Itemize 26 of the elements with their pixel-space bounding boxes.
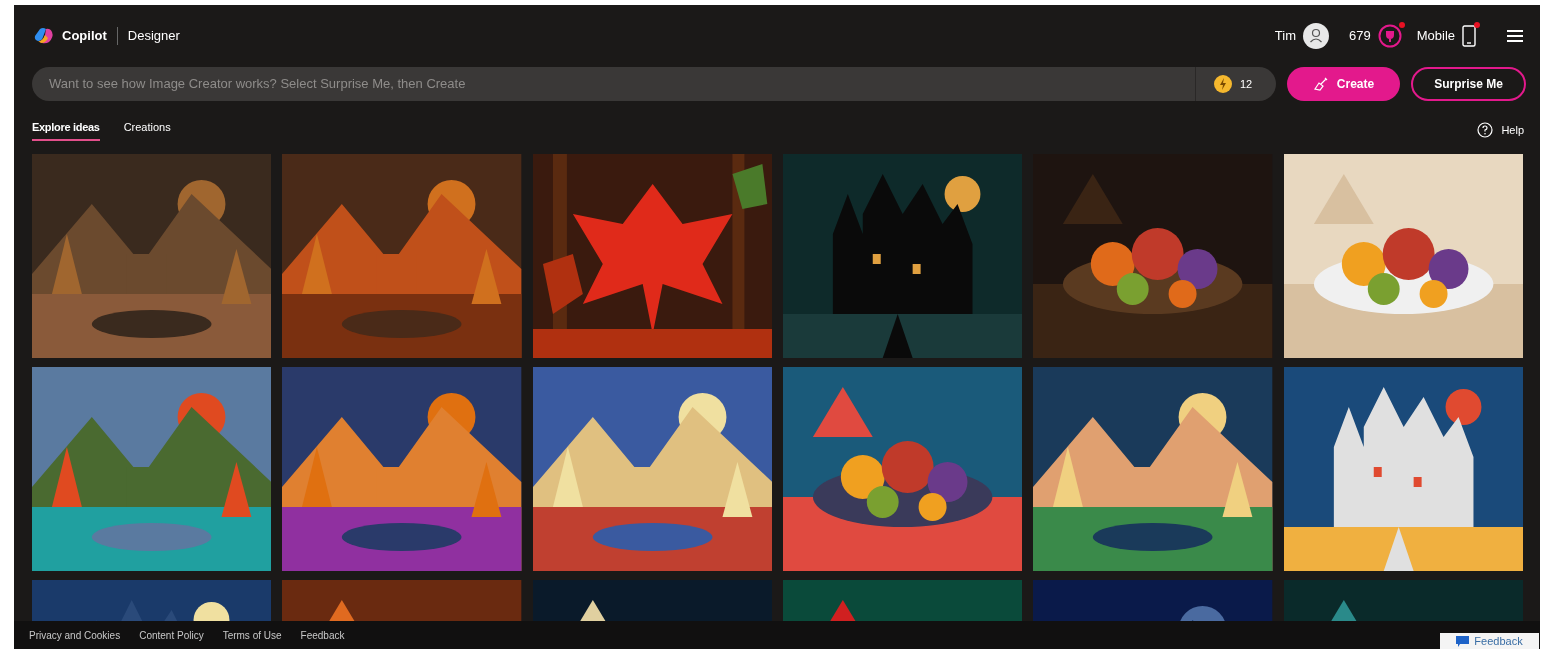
footer-link[interactable]: Terms of Use — [222, 627, 282, 643]
feedback-button[interactable]: Feedback — [1440, 633, 1539, 649]
points-count: 679 — [1349, 27, 1371, 46]
tab[interactable]: Explore ideas — [32, 118, 100, 142]
tab[interactable]: Creations — [123, 118, 171, 142]
boost-coin-icon — [1214, 75, 1232, 93]
help-link[interactable]: Help — [1501, 121, 1524, 139]
footer-link[interactable]: Feedback — [300, 627, 345, 643]
phone-icon[interactable] — [1462, 25, 1476, 47]
menu-icon[interactable] — [1506, 29, 1524, 43]
boost-count: 12 — [1240, 76, 1253, 92]
copilot-logo-icon — [34, 27, 54, 45]
create-button[interactable]: Create — [1287, 67, 1400, 101]
prompt-bar[interactable]: Want to see how Image Creator works? Select Surprise Me, then Create 12 — [32, 67, 1276, 101]
chat-icon — [1456, 635, 1470, 647]
footer-link[interactable]: Privacy and Cookies — [29, 627, 121, 643]
product-name[interactable]: Designer — [127, 26, 180, 46]
user-name[interactable]: Tim — [1274, 26, 1296, 46]
mobile-link[interactable]: Mobile — [1416, 26, 1455, 46]
avatar-icon[interactable] — [1303, 23, 1329, 49]
help-icon[interactable] — [1477, 122, 1494, 138]
prompt-field[interactable]: Want to see how Image Creator works? Select Surprise Me, then Create — [32, 74, 1195, 94]
brand-name[interactable]: Copilot — [62, 26, 107, 46]
surprise-me-button[interactable]: Surprise Me — [1411, 67, 1526, 101]
footer-link[interactable]: Content Policy — [139, 627, 204, 643]
trophy-icon[interactable] — [1377, 24, 1402, 48]
